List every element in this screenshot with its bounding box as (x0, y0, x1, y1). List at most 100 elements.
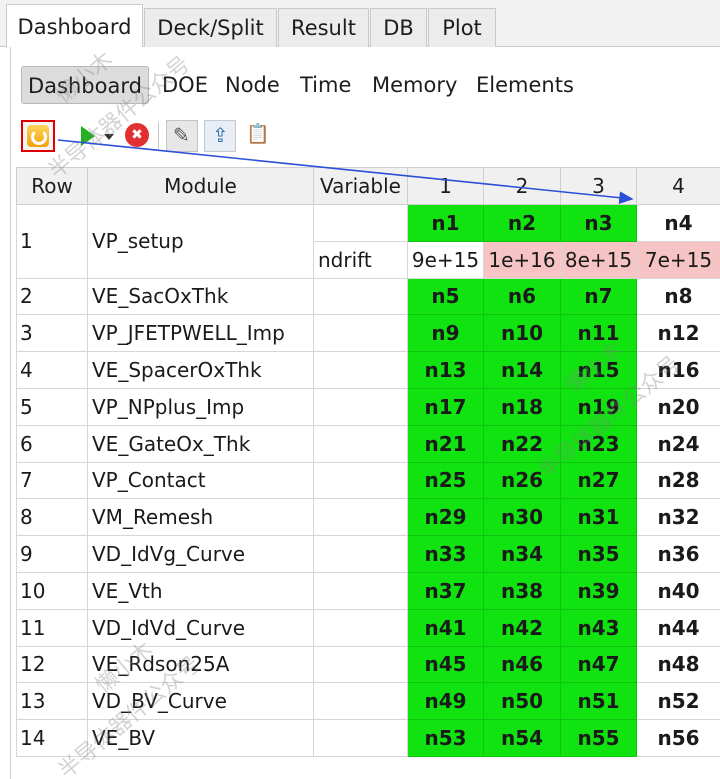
variable-cell[interactable] (313, 204, 408, 242)
edit-icon[interactable] (166, 120, 198, 152)
node-cell[interactable]: n56 (636, 719, 720, 757)
module-cell[interactable]: VP_Contact (87, 461, 314, 500)
variable-cell[interactable] (313, 424, 408, 463)
module-cell[interactable]: VE_GateOx_Thk (87, 424, 314, 463)
node-cell[interactable]: n37 (407, 571, 484, 610)
node-cell[interactable]: n51 (560, 682, 637, 721)
node-cell[interactable]: n8 (636, 277, 720, 316)
node-cell[interactable]: n5 (407, 277, 484, 316)
value-cell[interactable]: 1e+16 (483, 240, 561, 279)
module-cell[interactable]: VE_BV (87, 719, 314, 757)
module-cell[interactable]: VP_setup (87, 204, 314, 279)
value-cell[interactable]: 9e+15 (407, 240, 484, 279)
subtab-memory[interactable]: Memory (366, 66, 463, 104)
tab-result[interactable]: Result (278, 8, 369, 48)
node-cell[interactable]: n3 (560, 204, 637, 242)
module-cell[interactable]: VE_Vth (87, 571, 314, 610)
node-cell[interactable]: n55 (560, 719, 637, 757)
header-col-2[interactable]: 2 (483, 167, 561, 205)
variable-cell[interactable] (313, 277, 408, 316)
node-cell[interactable]: n27 (560, 461, 637, 500)
value-cell[interactable]: 7e+15 (636, 240, 720, 279)
header-col-3[interactable]: 3 (560, 167, 637, 205)
header-module[interactable]: Module (87, 167, 314, 205)
module-cell[interactable]: VD_BV_Curve (87, 682, 314, 721)
node-cell[interactable]: n46 (483, 645, 561, 684)
variable-cell[interactable] (313, 535, 408, 573)
node-cell[interactable]: n7 (560, 277, 637, 316)
variable-cell[interactable] (313, 608, 408, 647)
node-cell[interactable]: n36 (636, 535, 720, 573)
node-cell[interactable]: n52 (636, 682, 720, 721)
node-cell[interactable]: n42 (483, 608, 561, 647)
node-cell[interactable]: n30 (483, 498, 561, 537)
node-cell[interactable]: n9 (407, 314, 484, 353)
node-cell[interactable]: n4 (636, 204, 720, 242)
node-cell[interactable]: n6 (483, 277, 561, 316)
node-cell[interactable]: n53 (407, 719, 484, 757)
node-cell[interactable]: n45 (407, 645, 484, 684)
tab-plot[interactable]: Plot (428, 8, 496, 48)
node-cell[interactable]: n20 (636, 387, 720, 426)
variable-cell[interactable] (313, 719, 408, 757)
node-cell[interactable]: n31 (560, 498, 637, 537)
node-cell[interactable]: n14 (483, 351, 561, 389)
tab-deck-split[interactable]: Deck/Split (144, 8, 277, 48)
module-cell[interactable]: VP_NPplus_Imp (87, 387, 314, 426)
refresh-button[interactable] (21, 120, 55, 152)
node-cell[interactable]: n29 (407, 498, 484, 537)
module-cell[interactable]: VE_SpacerOxThk (87, 351, 314, 389)
node-cell[interactable]: n22 (483, 424, 561, 463)
play-icon[interactable] (77, 120, 99, 152)
export-icon[interactable] (204, 120, 236, 152)
variable-cell[interactable] (313, 461, 408, 500)
node-cell[interactable]: n25 (407, 461, 484, 500)
variable-cell[interactable] (313, 314, 408, 353)
node-cell[interactable]: n18 (483, 387, 561, 426)
subtab-elements[interactable]: Elements (470, 66, 580, 104)
node-cell[interactable]: n54 (483, 719, 561, 757)
variable-cell[interactable] (313, 387, 408, 426)
node-cell[interactable]: n43 (560, 608, 637, 647)
node-cell[interactable]: n13 (407, 351, 484, 389)
variable-cell[interactable] (313, 498, 408, 537)
node-cell[interactable]: n44 (636, 608, 720, 647)
node-cell[interactable]: n49 (407, 682, 484, 721)
node-cell[interactable]: n48 (636, 645, 720, 684)
node-cell[interactable]: n12 (636, 314, 720, 353)
node-cell[interactable]: n17 (407, 387, 484, 426)
node-cell[interactable]: n21 (407, 424, 484, 463)
node-cell[interactable]: n26 (483, 461, 561, 500)
node-cell[interactable]: n41 (407, 608, 484, 647)
module-cell[interactable]: VD_IdVd_Curve (87, 608, 314, 647)
variable-cell[interactable]: ndrift (313, 240, 408, 279)
node-cell[interactable]: n33 (407, 535, 484, 573)
module-cell[interactable]: VP_JFETPWELL_Imp (87, 314, 314, 353)
node-cell[interactable]: n38 (483, 571, 561, 610)
node-cell[interactable]: n35 (560, 535, 637, 573)
stop-icon[interactable] (123, 120, 151, 152)
module-cell[interactable]: VE_SacOxThk (87, 277, 314, 316)
variable-cell[interactable] (313, 682, 408, 721)
clipboard-icon[interactable] (244, 120, 274, 152)
dropdown-icon[interactable] (101, 120, 117, 152)
tab-db[interactable]: DB (370, 8, 427, 48)
tab-dashboard[interactable]: Dashboard (6, 4, 143, 48)
node-cell[interactable]: n10 (483, 314, 561, 353)
node-cell[interactable]: n34 (483, 535, 561, 573)
module-cell[interactable]: VD_IdVg_Curve (87, 535, 314, 573)
header-col-1[interactable]: 1 (407, 167, 484, 205)
variable-cell[interactable] (313, 645, 408, 684)
node-cell[interactable]: n16 (636, 351, 720, 389)
node-cell[interactable]: n39 (560, 571, 637, 610)
variable-cell[interactable] (313, 351, 408, 389)
subtab-doe[interactable]: DOE (156, 66, 214, 104)
header-row[interactable]: Row (16, 167, 88, 205)
node-cell[interactable]: n32 (636, 498, 720, 537)
subtab-node[interactable]: Node (219, 66, 286, 104)
header-col-4[interactable]: 4 (636, 167, 720, 205)
value-cell[interactable]: 8e+15 (560, 240, 637, 279)
variable-cell[interactable] (313, 571, 408, 610)
node-cell[interactable]: n2 (483, 204, 561, 242)
module-cell[interactable]: VM_Remesh (87, 498, 314, 537)
